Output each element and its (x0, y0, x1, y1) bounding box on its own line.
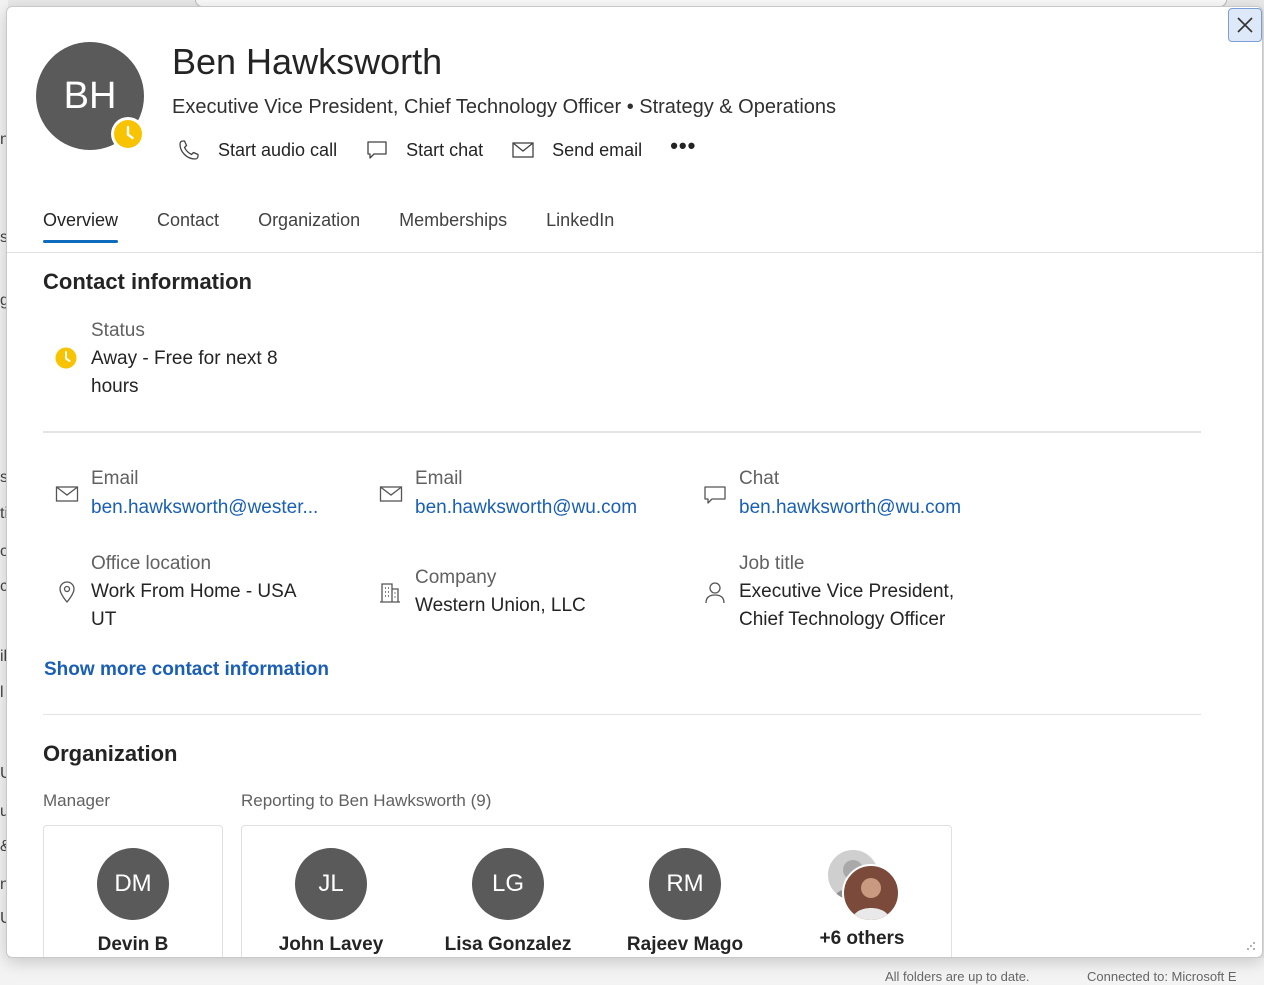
email-field-1: Email ben.hawksworth@wester... (91, 465, 318, 523)
reports-label: Reporting to Ben Hawksworth (9) (241, 791, 492, 810)
direct-reports-card: JL John Lavey LG Lisa Gonzalez RM Rajeev… (241, 825, 952, 957)
building-icon (380, 583, 400, 603)
status-field: Status Away - Free for next 8 hours (91, 317, 278, 401)
others-count: +6 others (819, 928, 905, 949)
person-name: Devin B (97, 934, 169, 955)
avatar-initials: RM (666, 870, 704, 897)
start-chat-label: Start chat (406, 139, 484, 160)
person-name: Rajeev Mago (626, 934, 744, 955)
job-title-line2: Chief Technology Officer (739, 609, 946, 630)
start-audio-call-label: Start audio call (218, 139, 338, 160)
manager-person[interactable]: DM Devin B (48, 848, 218, 956)
tab-memberships[interactable]: Memberships (399, 210, 507, 245)
close-icon (1237, 17, 1253, 33)
organization-section-title: Organization (43, 741, 178, 766)
office-location-line2: UT (91, 609, 117, 630)
person-photo (842, 864, 900, 922)
office-location-field: Office location Work From Home - USA UT (91, 550, 297, 634)
avatar-initials: LG (491, 870, 524, 897)
status-value-line1: Away - Free for next 8 (91, 348, 278, 369)
action-bar: Start audio call Start chat Send email •… (177, 133, 724, 165)
send-email-label: Send email (552, 139, 643, 160)
more-actions-button[interactable]: ••• (670, 133, 696, 159)
email-link-primary[interactable]: ben.hawksworth@wester... (91, 493, 318, 523)
office-location-line1: Work From Home - USA (91, 581, 297, 602)
person-name: Lisa Gonzalez (444, 934, 572, 955)
tab-organization[interactable]: Organization (258, 210, 360, 245)
job-title-field: Job title Executive Vice President, Chie… (739, 550, 954, 634)
company-field: Company Western Union, LLC (415, 564, 586, 620)
manager-card: DM Devin B (43, 825, 223, 957)
email-label: Email (415, 468, 463, 489)
report-person[interactable]: LG Lisa Gonzalez (423, 848, 593, 956)
report-person[interactable]: RM Rajeev Mago (600, 848, 770, 956)
away-clock-icon (55, 347, 77, 369)
show-more-contact-link[interactable]: Show more contact information (44, 659, 329, 681)
status-value-line2: hours (91, 376, 139, 397)
contact-section-title: Contact information (43, 269, 252, 294)
tab-contact[interactable]: Contact (157, 210, 219, 245)
chat-link[interactable]: ben.hawksworth@wu.com (739, 493, 961, 523)
manager-label: Manager (43, 791, 111, 810)
organization-divider (43, 714, 1201, 715)
chat-icon (367, 141, 387, 159)
profile-tabs: Overview Contact Organization Membership… (43, 210, 653, 245)
presence-badge (111, 117, 145, 151)
avatar: RM (649, 848, 721, 920)
company-value: Western Union, LLC (415, 595, 586, 616)
chat-label: Chat (739, 468, 780, 489)
close-button[interactable] (1228, 8, 1262, 42)
start-audio-call-button[interactable]: Start audio call (177, 138, 337, 162)
sync-status-text: All folders are up to date. (885, 969, 1030, 984)
bg-text-fragment: l (0, 684, 4, 701)
office-location-label: Office location (91, 553, 212, 574)
mail-icon (512, 142, 534, 158)
email-link-secondary[interactable]: ben.hawksworth@wu.com (415, 493, 637, 523)
email-label: Email (91, 468, 139, 489)
status-label: Status (91, 320, 145, 341)
more-icon: ••• (670, 133, 697, 158)
phone-icon (179, 140, 199, 160)
job-title-line1: Executive Vice President, (739, 581, 955, 602)
avatar: DM (97, 848, 169, 920)
profile-card: BH Ben Hawksworth Executive Vice Preside… (6, 6, 1263, 958)
mail-icon (55, 486, 79, 502)
photo-stack (822, 848, 902, 922)
avatar-initials: BH (63, 74, 117, 117)
person-name: John Lavey (278, 934, 384, 955)
send-email-button[interactable]: Send email (511, 138, 642, 162)
avatar-initials: DM (114, 870, 152, 897)
profile-subtitle: Executive Vice President, Chief Technolo… (172, 96, 837, 118)
others-group[interactable]: +6 others (777, 848, 947, 950)
avatar: JL (295, 848, 367, 920)
chat-icon (704, 486, 726, 504)
chat-field: Chat ben.hawksworth@wu.com (739, 465, 961, 523)
avatar: LG (472, 848, 544, 920)
location-pin-icon (59, 581, 75, 603)
company-label: Company (415, 567, 497, 588)
connection-status-text: Connected to: Microsoft E (1087, 969, 1237, 984)
job-title-label: Job title (739, 553, 805, 574)
report-person[interactable]: JL John Lavey (246, 848, 416, 956)
background-status-bar (0, 958, 1264, 985)
away-clock-icon (114, 120, 142, 148)
profile-name: Ben Hawksworth (172, 41, 443, 82)
mail-icon (379, 486, 403, 502)
tabs-divider (7, 252, 1262, 253)
contact-divider (43, 431, 1201, 433)
resize-grip-icon[interactable] (1246, 941, 1256, 951)
avatar-initials: JL (318, 870, 344, 897)
email-field-2: Email ben.hawksworth@wu.com (415, 465, 637, 523)
person-icon (705, 582, 725, 604)
start-chat-button[interactable]: Start chat (365, 138, 483, 162)
tab-linkedin[interactable]: LinkedIn (546, 210, 614, 245)
tab-overview[interactable]: Overview (43, 210, 119, 245)
